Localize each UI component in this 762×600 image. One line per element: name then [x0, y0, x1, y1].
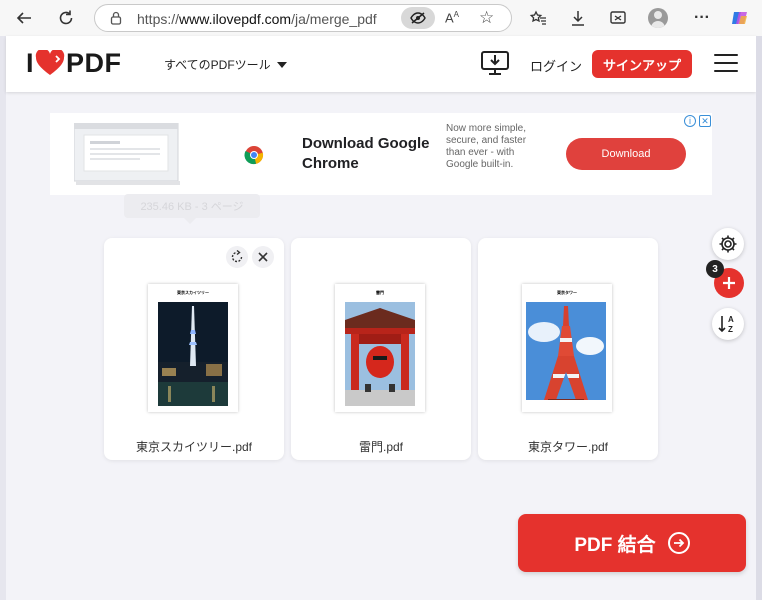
profile-avatar[interactable]	[648, 8, 668, 28]
site-info-icon[interactable]	[109, 11, 123, 30]
close-icon[interactable]: ✕	[699, 115, 711, 127]
file-card[interactable]: 東京スカイツリー 東京スカイツリー.pdf	[104, 238, 284, 460]
copilot-icon[interactable]	[730, 8, 750, 28]
skytree-photo	[158, 302, 228, 406]
ad-banner[interactable]: Download Google Chrome Now more simple, …	[50, 113, 712, 195]
thumbnail-page-title: 東京スカイツリー	[177, 290, 209, 295]
ad-title: Download Google Chrome	[302, 135, 430, 172]
pdf-thumbnail: 東京タワー	[522, 284, 612, 412]
file-name: 雷門.pdf	[358, 440, 404, 454]
arrow-right-circle-icon	[667, 532, 690, 554]
heart-icon	[35, 50, 65, 75]
sort-az-icon[interactable]: AZ	[712, 308, 744, 340]
ad-download-button[interactable]: Download	[566, 138, 686, 170]
file-info-tooltip: 235.46 KB - 3 ページ	[124, 194, 260, 224]
back-icon[interactable]	[14, 8, 34, 28]
read-aloud-icon[interactable]: AA	[445, 10, 459, 25]
merge-button-label: PDF 結合	[574, 534, 656, 556]
more-options-icon[interactable]: ···	[692, 8, 712, 28]
favorite-star-icon[interactable]: ☆	[479, 8, 494, 28]
file-card[interactable]: 雷門 雷門.pdf	[291, 238, 471, 460]
settings-gear-icon[interactable]	[712, 228, 744, 260]
pdf-thumbnail: 雷門	[335, 284, 425, 412]
desktop-download-icon[interactable]	[480, 50, 510, 81]
file-card[interactable]: 東京タワー 東京タワー.pdf	[478, 238, 658, 460]
browser-mockup-image	[74, 123, 180, 185]
scrollbar[interactable]	[756, 36, 762, 600]
rotate-icon[interactable]	[226, 246, 248, 268]
file-count-badge: 3	[706, 260, 724, 278]
merge-pdf-button[interactable]: PDF 結合	[518, 514, 746, 572]
downloads-icon[interactable]	[568, 8, 588, 28]
kaminarimon-photo	[345, 302, 415, 406]
tracking-prevention-icon[interactable]	[401, 7, 435, 29]
file-name: 東京タワー.pdf	[527, 440, 609, 454]
favorites-icon[interactable]	[528, 8, 548, 28]
page: I PDF すべてのPDFツール ログイン サインアップ Download Go…	[6, 36, 756, 600]
hamburger-menu-icon[interactable]	[714, 54, 738, 74]
all-tools-menu[interactable]: すべてのPDFツール	[164, 56, 287, 73]
url-text: https://www.ilovepdf.com/ja/merge_pdf	[137, 11, 377, 27]
thumbnail-page-title: 東京タワー	[557, 290, 577, 295]
remove-file-icon[interactable]	[252, 246, 274, 268]
address-bar[interactable]: https://www.ilovepdf.com/ja/merge_pdf AA…	[94, 4, 512, 32]
card-actions	[226, 246, 274, 268]
ilovepdf-logo[interactable]: I PDF	[26, 48, 122, 78]
site-header: I PDF すべてのPDFツール ログイン サインアップ	[6, 36, 756, 92]
chevron-down-icon	[276, 61, 287, 68]
svg-text:Z: Z	[728, 325, 733, 334]
pdf-thumbnail: 東京スカイツリー	[148, 284, 238, 412]
screenshot-icon[interactable]	[608, 8, 628, 28]
refresh-icon[interactable]	[56, 8, 76, 28]
chrome-logo-icon	[244, 145, 264, 170]
tokyo-tower-photo	[526, 302, 606, 400]
login-link[interactable]: ログイン	[530, 56, 582, 75]
ad-description: Now more simple, secure, and faster than…	[446, 123, 527, 170]
info-icon[interactable]: i	[684, 115, 696, 127]
thumbnail-page-title: 雷門	[376, 290, 384, 295]
svg-text:A: A	[728, 315, 734, 324]
browser-toolbar: https://www.ilovepdf.com/ja/merge_pdf AA…	[0, 0, 762, 36]
file-name: 東京スカイツリー.pdf	[135, 440, 253, 454]
signup-button[interactable]: サインアップ	[592, 50, 692, 78]
ad-choices[interactable]: i ✕	[684, 115, 711, 127]
